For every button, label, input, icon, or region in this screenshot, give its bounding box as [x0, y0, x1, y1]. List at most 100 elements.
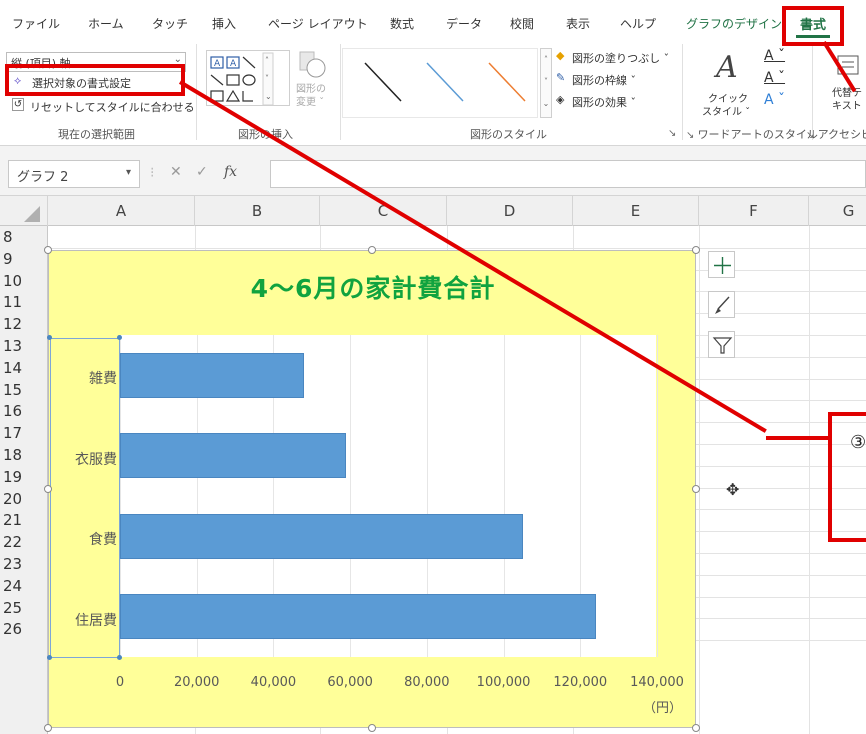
insert-function-icon[interactable]: fx: [224, 164, 237, 180]
chart-filters-button[interactable]: [708, 331, 735, 358]
tab-chart-design[interactable]: グラフのデザイン: [686, 15, 782, 32]
shape-effects-label: 図形の効果 ˇ: [572, 96, 636, 109]
row-header-20[interactable]: 20: [3, 489, 47, 509]
dialog-launcher-icon[interactable]: ↘: [668, 128, 676, 139]
row-header-16[interactable]: 16: [3, 401, 47, 421]
column-header-e[interactable]: E: [573, 196, 699, 226]
resize-handle[interactable]: [692, 485, 700, 493]
tab-page-layout[interactable]: ページ レイアウト: [268, 15, 368, 32]
name-box[interactable]: グラフ 2 ▾: [8, 160, 140, 188]
group-label-accessibility: ↘ アクセシビ: [806, 128, 866, 141]
row-header-12[interactable]: 12: [3, 314, 47, 334]
shape-effects-button[interactable]: ◈ 図形の効果 ˇ: [556, 92, 696, 112]
axis-selection-handle[interactable]: [47, 655, 52, 660]
axis-selection-handle[interactable]: [47, 335, 52, 340]
resize-handle[interactable]: [692, 246, 700, 254]
plus-icon: [714, 257, 731, 274]
chevron-down-icon[interactable]: ▾: [126, 167, 131, 178]
callout-highlight-format-tab: [782, 6, 844, 46]
row-header-13[interactable]: 13: [3, 336, 47, 356]
move-cursor-icon: ✥: [726, 480, 740, 499]
bar-衣服費[interactable]: [120, 433, 347, 479]
tab-file[interactable]: ファイル: [12, 15, 60, 32]
style-gallery-scroll[interactable]: ˄ ˅ ⌄: [540, 48, 552, 118]
tab-home[interactable]: ホーム: [88, 15, 124, 32]
row-header-9[interactable]: 9: [3, 249, 47, 269]
column-header-d[interactable]: D: [447, 196, 573, 226]
vertical-category-axis[interactable]: 雑費 衣服費 食費 住居費: [50, 338, 120, 658]
text-outline-icon: A ˇ: [764, 70, 786, 86]
quick-styles-button[interactable]: A クイック スタイル ˇ: [700, 46, 750, 122]
resize-handle[interactable]: [44, 246, 52, 254]
formula-input[interactable]: [270, 160, 866, 188]
bar-住居費[interactable]: [120, 594, 596, 640]
resize-handle[interactable]: [368, 246, 376, 254]
reset-style-button[interactable]: ↺ リセットしてスタイルに合わせる: [10, 96, 195, 116]
brush-icon: [715, 296, 730, 314]
text-color-buttons[interactable]: A ˇ A ˇ A ˇ: [762, 48, 796, 118]
shapes-gallery[interactable]: A A ˄ ˅ ⌄: [206, 50, 290, 106]
resize-handle[interactable]: [692, 724, 700, 732]
chart-title[interactable]: 4～6月の家計費合計: [49, 269, 697, 305]
select-all-button[interactable]: [0, 196, 48, 226]
major-gridline: [657, 335, 658, 657]
chart-styles-button[interactable]: [708, 291, 735, 318]
row-header-19[interactable]: 19: [3, 467, 47, 487]
plot-area[interactable]: [120, 335, 658, 657]
row-header-11[interactable]: 11: [3, 292, 47, 312]
change-shape-button[interactable]: 図形の 変更 ˇ: [296, 50, 336, 110]
row-header-24[interactable]: 24: [3, 576, 47, 596]
select-all-triangle-icon: [24, 206, 40, 222]
bar-雑費[interactable]: [120, 352, 305, 398]
resize-handle[interactable]: [44, 724, 52, 732]
dialog-launcher-icon[interactable]: ↘: [686, 130, 698, 141]
dialog-launcher-icon[interactable]: ↘: [806, 130, 818, 141]
tab-insert[interactable]: 挿入: [212, 15, 236, 32]
tab-view[interactable]: 表示: [566, 15, 590, 32]
wordart-a-icon: A: [716, 50, 738, 85]
resize-handle[interactable]: [44, 485, 52, 493]
reset-style-label: リセットしてスタイルに合わせる: [30, 101, 195, 114]
funnel-icon: [712, 337, 733, 354]
row-header-8[interactable]: 8: [3, 227, 47, 247]
shape-outline-button[interactable]: ✎ 図形の枠線 ˇ: [556, 70, 696, 90]
column-header-b[interactable]: B: [195, 196, 320, 226]
group-label-shape-styles: 図形のスタイル: [470, 128, 547, 141]
y-category-label: 雑費: [89, 371, 117, 388]
row-header-21[interactable]: 21: [3, 510, 47, 530]
x-tick-label: 60,000: [327, 675, 373, 690]
cancel-icon[interactable]: ✕: [170, 164, 182, 180]
tab-touch[interactable]: タッチ: [152, 15, 188, 32]
row-header-22[interactable]: 22: [3, 532, 47, 552]
tab-data[interactable]: データ: [446, 15, 482, 32]
shape-style-gallery[interactable]: [342, 48, 538, 118]
quick-styles-label-2: スタイル ˇ: [702, 107, 751, 118]
row-header-26[interactable]: 26: [3, 619, 47, 639]
row-header-25[interactable]: 25: [3, 598, 47, 618]
axis-selection-handle[interactable]: [117, 335, 122, 340]
row-headers: 8 9 10 11 12 13 14 15 16 17 18 19 20 21 22 23 24 25 26: [0, 226, 48, 734]
row-header-18[interactable]: 18: [3, 445, 47, 465]
callout-leader-line: [766, 436, 828, 440]
column-header-a[interactable]: A: [48, 196, 195, 226]
tab-review[interactable]: 校閲: [510, 15, 534, 32]
chart-elements-button[interactable]: [708, 251, 735, 278]
chart-area[interactable]: 4～6月の家計費合計 雑費 衣服費 食費 住居費 0 20,000 40,000 60,00…: [44, 246, 700, 732]
more-options-icon: ⁝: [150, 165, 155, 181]
enter-icon[interactable]: ✓: [196, 164, 208, 180]
row-header-15[interactable]: 15: [3, 380, 47, 400]
row-header-23[interactable]: 23: [3, 554, 47, 574]
tab-help[interactable]: ヘルプ: [620, 15, 656, 32]
column-header-f[interactable]: F: [699, 196, 809, 226]
row-header-17[interactable]: 17: [3, 423, 47, 443]
row-header-14[interactable]: 14: [3, 358, 47, 378]
column-header-g[interactable]: G: [809, 196, 866, 226]
row-header-10[interactable]: 10: [3, 271, 47, 291]
resize-handle[interactable]: [368, 724, 376, 732]
alt-text-label-2: キスト: [832, 101, 862, 112]
tab-formulas[interactable]: 数式: [390, 15, 414, 32]
shape-fill-button[interactable]: ◆ 図形の塗りつぶし ˇ: [556, 48, 696, 68]
axis-selection-handle[interactable]: [117, 655, 122, 660]
bar-食費[interactable]: [120, 513, 523, 559]
text-fill-icon: A ˇ: [764, 48, 786, 64]
